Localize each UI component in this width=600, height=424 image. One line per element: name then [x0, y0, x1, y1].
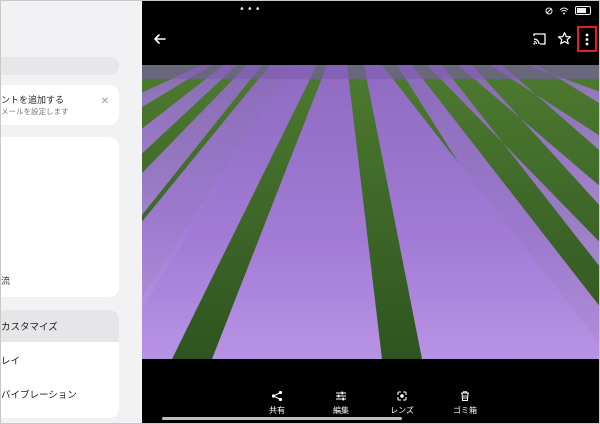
share-icon	[271, 390, 283, 402]
menu-item-label: バイブレーション	[1, 390, 77, 401]
status-icons	[545, 6, 591, 15]
dnd-icon	[545, 7, 553, 14]
viewer-toolbar	[142, 23, 599, 57]
menu-item-customize[interactable]: カスタマイズ	[1, 310, 119, 342]
add-account-title: ントを追加する	[1, 96, 65, 106]
menu-item-vibration[interactable]: バイブレーション	[1, 378, 119, 410]
wifi-icon	[559, 7, 569, 14]
trash-label: ゴミ箱	[453, 406, 477, 415]
cast-icon[interactable]	[532, 32, 547, 46]
lavender-field-photo[interactable]	[142, 65, 599, 359]
close-icon[interactable]: ✕	[101, 96, 109, 107]
more-options-button[interactable]	[577, 26, 597, 52]
edit-sliders-icon	[336, 391, 346, 401]
star-icon[interactable]	[557, 31, 572, 46]
multitask-dots[interactable]: •••	[239, 4, 263, 15]
lens-icon	[397, 391, 407, 401]
screen: ントを追加する メールを設定します ✕ 流 カスタマイズ レイ バイブレーション…	[0, 0, 600, 424]
add-account-card[interactable]: ントを追加する メールを設定します ✕	[1, 85, 119, 125]
photo-viewer: ••• 共有 編集 レンズ ゴミ箱	[142, 1, 599, 423]
settings-menu: カスタマイズ レイ バイブレーション	[1, 310, 119, 418]
share-label: 共有	[269, 406, 285, 415]
settings-card-item[interactable]: 流	[1, 274, 10, 287]
lens-label: レンズ	[390, 406, 414, 415]
status-bar: •••	[142, 1, 599, 21]
edit-label: 編集	[333, 406, 349, 415]
trash-icon	[461, 391, 469, 402]
battery-icon	[575, 6, 591, 15]
share-button[interactable]: 共有	[252, 390, 302, 416]
back-arrow-icon[interactable]	[152, 31, 168, 47]
menu-item-label: カスタマイズ	[1, 322, 58, 333]
menu-item-label: レイ	[1, 356, 21, 367]
settings-card: 流	[1, 137, 119, 297]
add-account-subtitle: メールを設定します	[1, 107, 69, 116]
menu-item-display[interactable]: レイ	[1, 344, 119, 376]
photo-action-bar: 共有 編集 レンズ ゴミ箱	[142, 384, 599, 423]
lens-button[interactable]: レンズ	[377, 390, 427, 416]
trash-button[interactable]: ゴミ箱	[440, 390, 490, 416]
more-vert-icon	[585, 33, 589, 46]
search-bar[interactable]	[1, 57, 119, 75]
edit-button[interactable]: 編集	[316, 390, 366, 416]
home-indicator	[162, 417, 402, 420]
settings-panel: ントを追加する メールを設定します ✕ 流 カスタマイズ レイ バイブレーション	[1, 1, 142, 423]
